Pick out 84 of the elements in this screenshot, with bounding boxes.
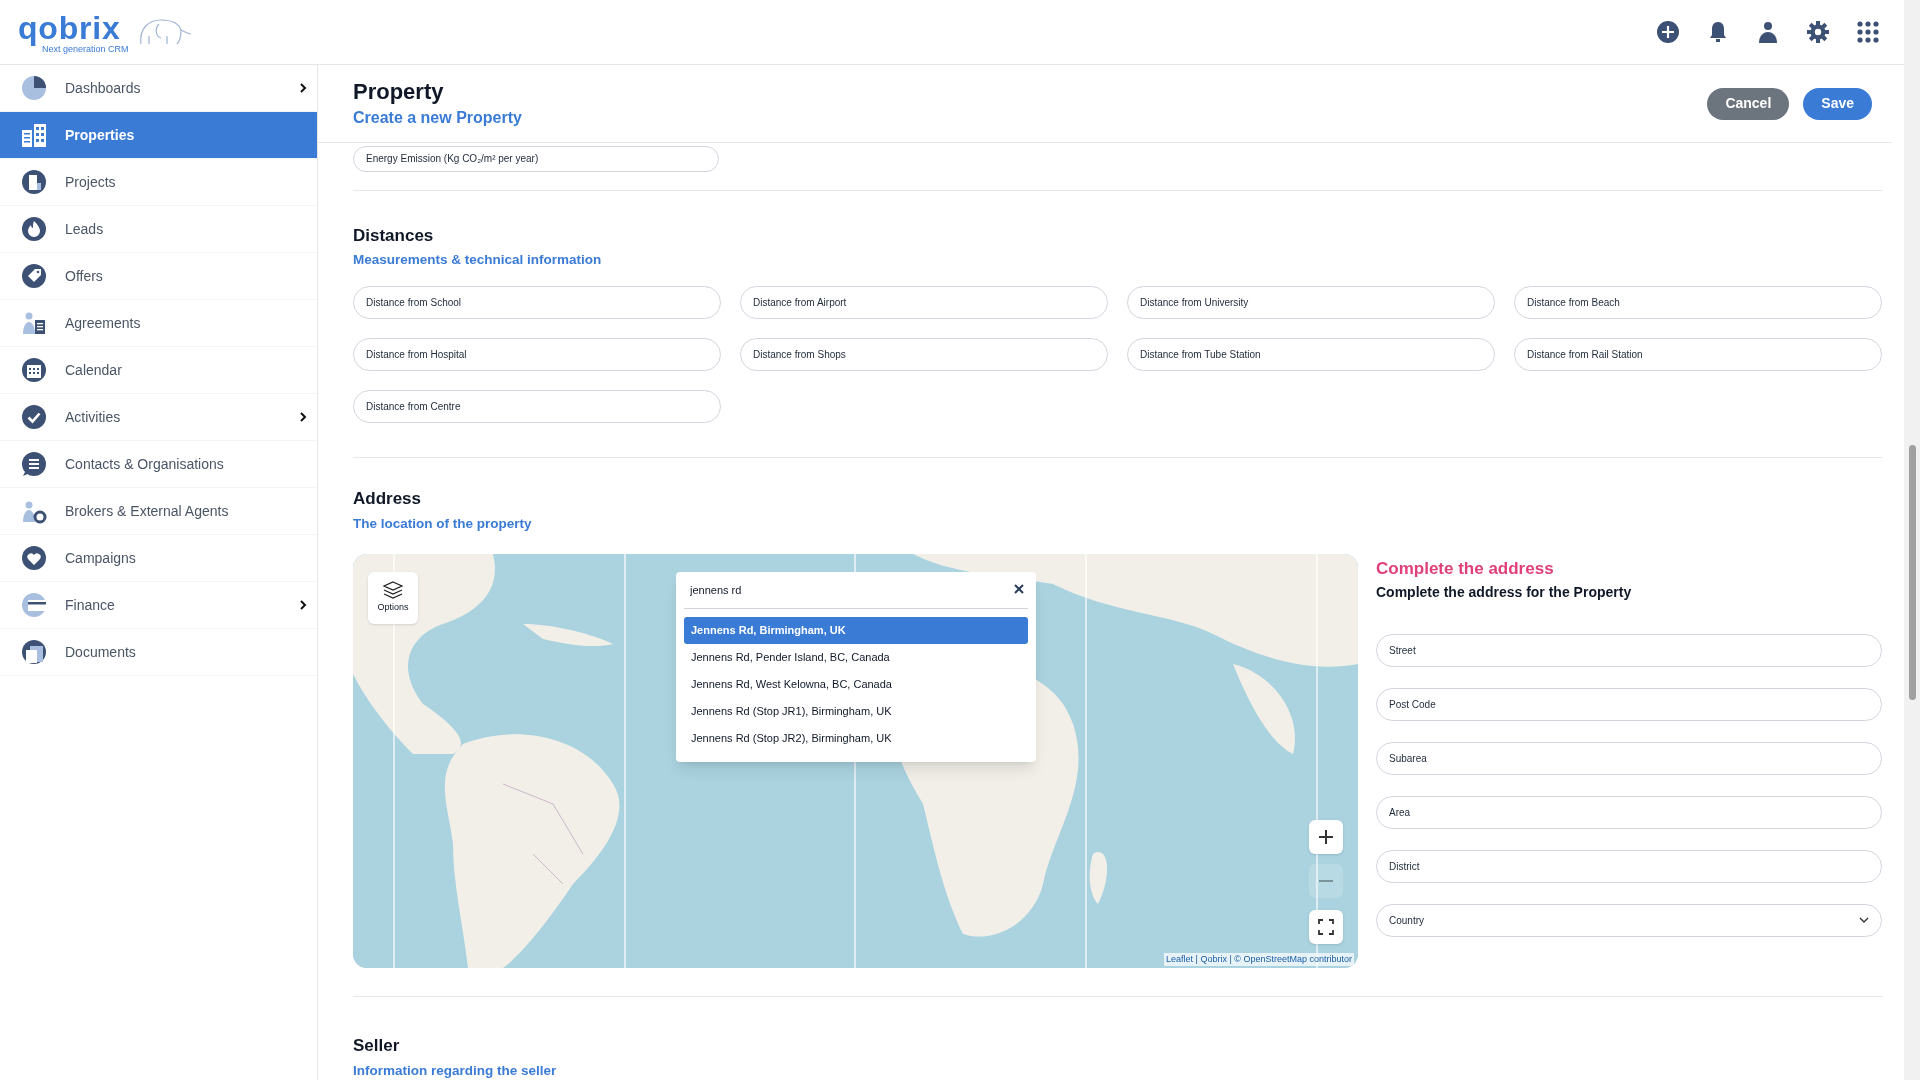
- flame-icon: [21, 216, 47, 242]
- sidebar-item[interactable]: Agreements: [0, 300, 317, 347]
- sidebar-item[interactable]: Activities: [0, 394, 317, 441]
- sidebar-item[interactable]: Campaigns: [0, 535, 317, 582]
- sidebar-item[interactable]: Brokers & External Agents: [0, 488, 317, 535]
- fullscreen-button[interactable]: [1309, 910, 1343, 944]
- sidebar-label: Offers: [65, 266, 104, 286]
- form-title: Complete the address: [1376, 558, 1555, 580]
- sidebar-label: Properties: [65, 125, 136, 145]
- page-subtitle: Create a new Property: [353, 107, 523, 128]
- section-subtitle: Measurements & technical information: [353, 251, 603, 269]
- address-field[interactable]: Post Code: [1376, 687, 1882, 721]
- energy-emission-field[interactable]: Energy Emission (Kg CO₂/m² per year): [353, 145, 719, 172]
- zoom-in-icon: [1317, 828, 1335, 846]
- distance-field[interactable]: Distance from Rail Station: [1514, 338, 1882, 372]
- distance-field[interactable]: Distance from School: [353, 286, 721, 320]
- person-document-icon: [21, 310, 47, 336]
- sidebar-label: Documents: [65, 642, 137, 662]
- section-title: Address: [353, 488, 423, 511]
- sidebar-item[interactable]: Contacts & Organisations: [0, 441, 317, 488]
- section-subtitle: The location of the property: [353, 514, 533, 533]
- sidebar-label: Campaigns: [65, 548, 137, 568]
- layers-icon: [383, 581, 403, 600]
- tag-icon: [21, 263, 47, 289]
- sidebar-item[interactable]: Calendar: [0, 347, 317, 394]
- section-title: Distances: [353, 224, 435, 247]
- check-circle-icon: [21, 404, 47, 430]
- section-subtitle: Information regarding the seller: [353, 1061, 558, 1080]
- buildings-icon: [21, 122, 47, 148]
- scrollbar[interactable]: [1904, 0, 1920, 1080]
- fullscreen-icon: [1317, 918, 1335, 936]
- sidebar-item[interactable]: Leads: [0, 206, 317, 253]
- section-title: Seller: [353, 1035, 401, 1057]
- page-title: Property: [353, 77, 445, 106]
- sidebar-label: Projects: [65, 172, 117, 192]
- search-result[interactable]: Jennens Rd (Stop JR2), Birmingham, UK: [684, 725, 1028, 752]
- address-field[interactable]: Subarea: [1376, 741, 1882, 775]
- distance-field[interactable]: Distance from Centre: [353, 390, 721, 424]
- sidebar-item[interactable]: Properties: [0, 112, 317, 159]
- sidebar-label: Leads: [65, 219, 105, 239]
- card-icon: [21, 592, 47, 618]
- calendar-icon: [21, 357, 47, 383]
- distance-field[interactable]: Distance from Beach: [1514, 286, 1882, 320]
- sidebar-item[interactable]: Finance: [0, 582, 317, 629]
- logo-tagline: Next generation CRM: [42, 44, 129, 54]
- logo-wordmark: qobrix: [18, 10, 122, 45]
- plus-circle-icon[interactable]: [1656, 20, 1680, 44]
- sidebar-label: Activities: [65, 407, 122, 427]
- chevron-down-icon: [1859, 917, 1869, 923]
- distance-field[interactable]: Distance from University: [1127, 286, 1495, 320]
- documents-icon: [21, 639, 47, 665]
- search-result[interactable]: Jennens Rd (Stop JR1), Birmingham, UK: [684, 698, 1028, 725]
- search-result[interactable]: Jennens Rd, Birmingham, UK: [684, 617, 1028, 644]
- form-subtitle: Complete the address for the Property: [1376, 582, 1633, 602]
- search-result[interactable]: Jennens Rd, West Kelowna, BC, Canada: [684, 671, 1028, 698]
- address-field[interactable]: District: [1376, 849, 1882, 883]
- sidebar-label: Agreements: [65, 313, 142, 333]
- sidebar-label: Calendar: [65, 360, 123, 380]
- save-button[interactable]: Save: [1803, 87, 1872, 120]
- close-icon[interactable]: [1014, 584, 1026, 596]
- distance-field[interactable]: Distance from Airport: [740, 286, 1108, 320]
- chat-icon: [21, 451, 47, 477]
- distance-field[interactable]: Distance from Hospital: [353, 338, 721, 372]
- address-field[interactable]: Street: [1376, 633, 1882, 667]
- sidebar-label: Contacts & Organisations: [65, 454, 225, 474]
- map-options-button[interactable]: Options: [368, 572, 418, 624]
- pie-chart-icon: [21, 75, 47, 101]
- sidebar-item[interactable]: Documents: [0, 629, 317, 676]
- sidebar-label: Finance: [65, 595, 116, 615]
- sidebar-item[interactable]: Projects: [0, 159, 317, 206]
- apps-grid-icon[interactable]: [1856, 20, 1880, 44]
- distance-field[interactable]: Distance from Tube Station: [1127, 338, 1495, 372]
- scrollbar-thumb[interactable]: [1909, 445, 1916, 700]
- map-search-input[interactable]: jennens rd: [684, 575, 1014, 605]
- distance-field[interactable]: Distance from Shops: [740, 338, 1108, 372]
- user-icon[interactable]: [1756, 20, 1780, 44]
- sidebar-label: Brokers & External Agents: [65, 501, 230, 521]
- search-result[interactable]: Jennens Rd, Pender Island, BC, Canada: [684, 644, 1028, 671]
- address-field[interactable]: Area: [1376, 795, 1882, 829]
- zoom-in-button[interactable]: [1309, 820, 1343, 854]
- sidebar-label: Dashboards: [65, 78, 142, 98]
- building-icon: [21, 169, 47, 195]
- cancel-button[interactable]: Cancel: [1707, 87, 1790, 120]
- sidebar-item[interactable]: Offers: [0, 253, 317, 300]
